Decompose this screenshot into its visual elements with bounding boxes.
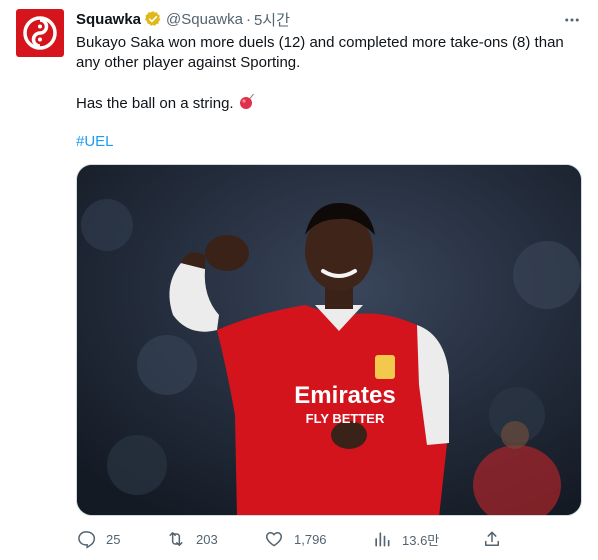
timestamp[interactable]: 5시간 (254, 9, 290, 30)
share-button[interactable] (482, 528, 502, 550)
tweet-text-line-2: any other player against Sporting. (76, 54, 301, 71)
separator-dot: · (245, 10, 251, 28)
action-bar: 25 203 1,796 13.6만 (76, 528, 506, 550)
like-button[interactable]: 1,796 (264, 528, 327, 550)
like-icon (265, 532, 283, 547)
hashtag-link[interactable]: #UEL (76, 132, 114, 152)
retweet-button[interactable]: 203 (166, 528, 218, 550)
more-icon[interactable] (562, 10, 582, 30)
tweet-card: Squawka @Squawka · 5시간 Bukayo Saka won m… (0, 0, 598, 560)
reply-button[interactable]: 25 (76, 528, 120, 550)
views-count: 13.6만 (402, 532, 440, 548)
squawka-logo-icon (23, 16, 57, 50)
retweet-icon (169, 532, 183, 546)
tweet-text-line-1: Bukayo Saka won more duels (12) and comp… (76, 34, 564, 51)
like-count: 1,796 (294, 531, 327, 547)
avatar[interactable] (16, 9, 64, 57)
kit-slogan-text: FLY BETTER (306, 411, 385, 426)
reply-count: 25 (106, 531, 121, 547)
views-button[interactable]: 13.6만 (372, 528, 439, 550)
handle[interactable]: @Squawka (166, 11, 243, 28)
retweet-count: 203 (196, 531, 218, 547)
verified-badge-icon (144, 10, 162, 28)
ball-emoji-icon (238, 92, 256, 116)
views-icon (375, 532, 390, 547)
kit-sponsor-text: Emirates (294, 382, 395, 409)
tweet-text: Bukayo Saka won more duels (12) and comp… (76, 33, 586, 73)
tweet-text-line-3: Has the ball on a string. (76, 95, 234, 112)
reply-icon (78, 531, 96, 549)
share-icon (485, 531, 499, 546)
tweet-header: Squawka @Squawka · 5시간 (76, 9, 290, 29)
tweet-media-photo[interactable]: Emirates FLY BETTER (76, 164, 582, 516)
tweet-text-paragraph-2: Has the ball on a string. (76, 92, 256, 116)
display-name[interactable]: Squawka (76, 11, 141, 28)
